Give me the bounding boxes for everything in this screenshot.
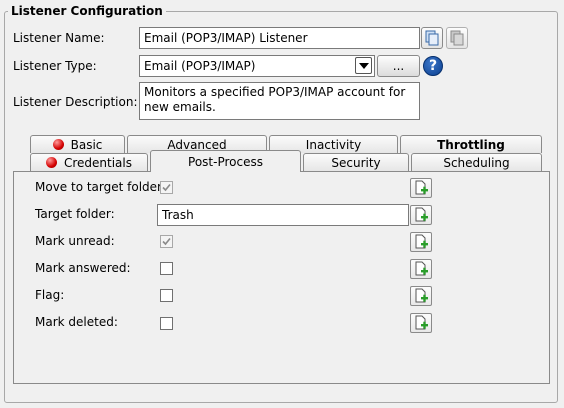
- listener-name-input[interactable]: Email (POP3/IMAP) Listener: [139, 27, 420, 49]
- copy-button[interactable]: [421, 27, 443, 49]
- add-variable-icon: [415, 261, 428, 276]
- tab-inactivity-label: Inactivity: [305, 137, 362, 152]
- browse-type-button[interactable]: ...: [377, 55, 420, 77]
- add-variable-button[interactable]: [410, 313, 432, 333]
- listener-description-input[interactable]: Monitors a specified POP3/IMAP account f…: [139, 82, 420, 120]
- flag-label: Flag:: [35, 288, 65, 302]
- mark-unread-checkbox[interactable]: [160, 235, 173, 248]
- tab-scheduling[interactable]: Scheduling: [411, 153, 542, 171]
- listener-name-label: Listener Name:: [13, 31, 105, 45]
- add-variable-button[interactable]: [410, 178, 432, 198]
- tab-throttling-label: Throttling: [437, 137, 505, 152]
- mark-answered-label: Mark answered:: [35, 261, 131, 275]
- chevron-down-icon[interactable]: [355, 57, 372, 74]
- move-to-target-label: Move to target folder:: [35, 180, 166, 194]
- add-variable-button[interactable]: [410, 232, 432, 252]
- tab-security-label: Security: [331, 155, 381, 170]
- tab-basic-label: Basic: [70, 137, 103, 152]
- add-variable-button[interactable]: [410, 259, 432, 279]
- mark-deleted-checkbox[interactable]: [160, 317, 173, 330]
- section-title: Listener Configuration: [8, 4, 166, 18]
- tab-credentials-label: Credentials: [63, 155, 132, 170]
- checkmark-icon: [162, 183, 171, 192]
- listener-type-label: Listener Type:: [13, 59, 97, 73]
- checkmark-icon: [162, 237, 171, 246]
- mark-unread-label: Mark unread:: [35, 234, 115, 248]
- flag-checkbox[interactable]: [160, 289, 173, 302]
- add-variable-button[interactable]: [410, 205, 432, 225]
- add-variable-icon: [415, 180, 428, 195]
- mark-answered-checkbox[interactable]: [160, 262, 173, 275]
- question-mark-icon[interactable]: ?: [423, 56, 443, 76]
- mark-deleted-label: Mark deleted:: [35, 315, 118, 329]
- add-variable-icon: [415, 234, 428, 249]
- listener-description-label: Listener Description:: [13, 95, 138, 109]
- error-icon: [52, 139, 64, 150]
- error-icon: [45, 157, 57, 168]
- copy-icon: [425, 30, 439, 46]
- target-folder-label: Target folder:: [35, 207, 115, 221]
- paste-button[interactable]: [446, 27, 468, 49]
- tab-post-process[interactable]: Post-Process: [150, 150, 301, 172]
- add-variable-icon: [415, 315, 428, 330]
- add-variable-button[interactable]: [410, 286, 432, 306]
- tab-basic[interactable]: Basic: [30, 135, 125, 153]
- add-variable-icon: [415, 288, 428, 303]
- listener-type-select[interactable]: Email (POP3/IMAP): [139, 55, 375, 77]
- move-to-target-checkbox[interactable]: [160, 181, 173, 194]
- tab-credentials[interactable]: Credentials: [30, 153, 148, 171]
- paste-icon: [450, 30, 464, 46]
- tab-security[interactable]: Security: [303, 153, 409, 171]
- tab-scheduling-label: Scheduling: [443, 155, 510, 170]
- tab-throttling[interactable]: Throttling: [400, 135, 542, 153]
- target-folder-input[interactable]: Trash: [157, 204, 409, 226]
- tab-post-process-label: Post-Process: [188, 154, 263, 169]
- add-variable-icon: [415, 207, 428, 222]
- post-process-panel: Move to target folder: Target folder: Tr…: [13, 171, 550, 384]
